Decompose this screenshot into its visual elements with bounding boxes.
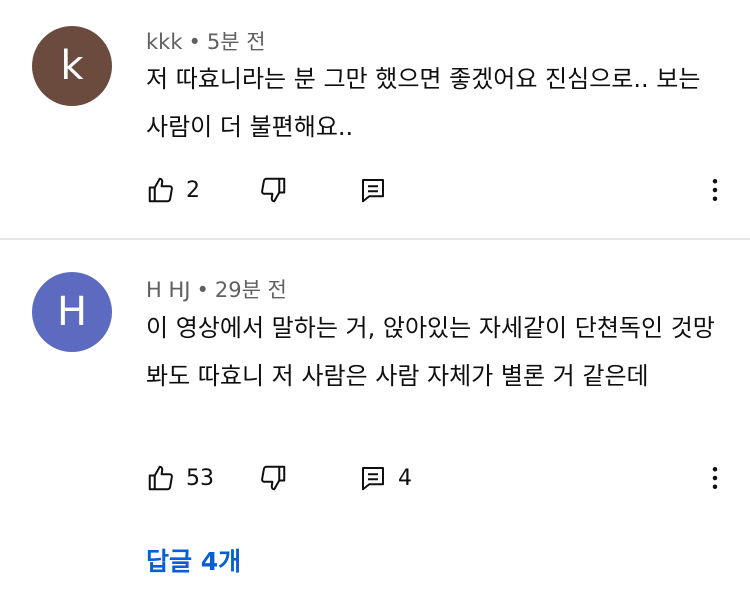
comment-time: 5분 전 bbox=[206, 30, 266, 54]
thumb-up-icon bbox=[148, 465, 173, 491]
dislike-button[interactable] bbox=[258, 170, 288, 210]
comment-text: 저 따효니라는 분 그만 했으면 좋겠어요 진심으로.. 보는 사람이 더 불편… bbox=[146, 65, 701, 141]
comment-icon bbox=[362, 467, 384, 491]
author-name[interactable]: H HJ bbox=[146, 278, 190, 302]
comment-thread-1: k kkk • 5분 전 저 따효니라는 분 그만 했으면 좋겠어요 진심으로.. … bbox=[0, 0, 750, 238]
comment-icon bbox=[362, 179, 384, 203]
more-vert-icon bbox=[712, 467, 718, 489]
separator-dot: • bbox=[196, 278, 209, 302]
thumb-up-icon bbox=[148, 177, 173, 203]
comment-actions: 2 bbox=[0, 170, 750, 210]
like-count: 53 bbox=[186, 465, 214, 491]
comment-meta: kkk • 5분 전 bbox=[146, 26, 266, 56]
comment-meta: H HJ • 29분 전 bbox=[146, 274, 287, 304]
more-options-button[interactable] bbox=[700, 170, 730, 210]
thumb-down-icon bbox=[261, 465, 286, 491]
avatar[interactable]: k bbox=[32, 26, 112, 106]
avatar[interactable]: H bbox=[32, 272, 112, 352]
separator-dot: • bbox=[188, 30, 201, 54]
dislike-button[interactable] bbox=[258, 458, 288, 498]
more-options-button[interactable] bbox=[700, 458, 730, 498]
comment-time: 29분 전 bbox=[214, 278, 287, 302]
more-vert-icon bbox=[712, 179, 718, 201]
like-button[interactable]: 53 bbox=[146, 458, 214, 498]
thumb-down-icon bbox=[261, 177, 286, 203]
like-button[interactable]: 2 bbox=[146, 170, 200, 210]
like-count: 2 bbox=[186, 177, 200, 203]
comment-text: 이 영상에서 말하는 거, 앉아있는 자세같이 단쳔독인 것망 봐도 따효니 저… bbox=[146, 314, 715, 390]
reply-count: 4 bbox=[398, 465, 412, 491]
reply-button[interactable] bbox=[358, 170, 388, 210]
comment-thread-2: H H HJ • 29분 전 이 영상에서 말하는 거, 앉아있는 자세같이 단쳔독… bbox=[0, 240, 750, 614]
reply-button[interactable]: 4 bbox=[358, 458, 412, 498]
view-replies-link[interactable]: 답글 4개 bbox=[146, 542, 241, 578]
comment-actions: 53 4 bbox=[0, 458, 750, 498]
author-name[interactable]: kkk bbox=[146, 30, 182, 54]
